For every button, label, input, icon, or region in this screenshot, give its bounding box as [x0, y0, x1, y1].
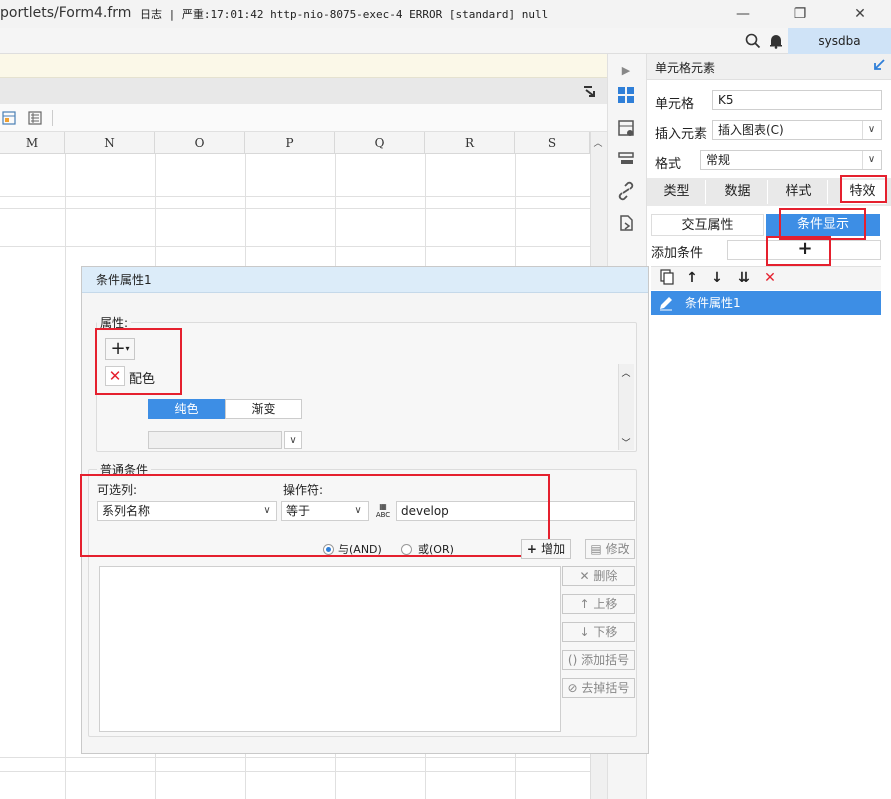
grid-line — [0, 757, 590, 758]
condition-list-item[interactable]: 条件属性1 — [651, 291, 881, 315]
move-up-icon[interactable]: ↑ — [682, 268, 702, 288]
pin-icon[interactable] — [582, 84, 596, 98]
collapse-arrow-icon[interactable] — [872, 58, 886, 72]
widget-settings-icon[interactable] — [612, 146, 640, 172]
scroll-up-icon[interactable]: ︿ — [619, 366, 633, 379]
expand-arrow-icon[interactable]: ▶ — [612, 58, 640, 84]
delete-x-icon: ✕ — [579, 569, 594, 583]
plus-icon: + — [526, 542, 542, 556]
format-label: 格式 — [655, 157, 682, 172]
page-copy-icon[interactable] — [612, 210, 640, 236]
sheet-toolbar — [0, 104, 607, 132]
column-header-q[interactable]: Q — [335, 132, 425, 154]
tab-data[interactable]: 数据 — [708, 180, 768, 204]
cell-input[interactable]: K5 — [712, 90, 882, 110]
grid-line — [0, 196, 590, 197]
move-down-icon[interactable]: ↓ — [707, 268, 727, 288]
cell-attribute-icon[interactable] — [612, 116, 640, 142]
move-down-button[interactable]: ↓ 下移 — [562, 622, 635, 642]
condition-list-box[interactable] — [99, 566, 561, 732]
color-picker-field[interactable] — [148, 431, 282, 449]
condition-item-label: 条件属性1 — [685, 296, 741, 310]
cell-element-icon[interactable] — [612, 82, 640, 108]
add-parenthesis-button[interactable]: () 添加括号 — [562, 650, 635, 670]
delete-button[interactable]: ✕ 删除 — [562, 566, 635, 586]
or-label: 或(OR) — [418, 543, 454, 556]
restore-button[interactable]: ❐ — [785, 4, 815, 24]
insert-element-label: 插入元素 — [655, 127, 708, 142]
solid-color-tab[interactable]: 纯色 — [148, 399, 225, 419]
panel-title: 单元格元素 — [655, 61, 716, 75]
move-up-button-label: 上移 — [593, 597, 618, 611]
column-header-m[interactable]: M — [0, 132, 65, 154]
window-title: portlets/Form4.frm — [0, 5, 132, 21]
move-down-button-label: 下移 — [593, 625, 618, 639]
close-button[interactable]: ✕ — [845, 4, 875, 24]
column-header-n[interactable]: N — [65, 132, 155, 154]
arrow-up-icon: ↑ — [579, 597, 594, 611]
or-radio[interactable] — [401, 544, 412, 555]
list-view-icon[interactable] — [28, 111, 42, 125]
add-button-label: 增加 — [541, 542, 566, 556]
move-up-button[interactable]: ↑ 上移 — [562, 594, 635, 614]
user-name[interactable]: sysdba — [788, 28, 891, 54]
format-select[interactable]: 常规 — [700, 150, 882, 170]
search-icon[interactable] — [744, 32, 762, 50]
toolbar-divider — [52, 110, 53, 126]
chevron-down-icon[interactable]: ∨ — [284, 431, 302, 449]
grid-line — [65, 154, 66, 799]
sheet-tab-strip — [0, 78, 607, 104]
column-header-p[interactable]: P — [245, 132, 335, 154]
radio-dot — [326, 547, 331, 552]
and-radio[interactable] — [323, 544, 334, 555]
arrow-down-icon: ↓ — [579, 625, 594, 639]
edit-button[interactable]: ▤ 修改 — [585, 539, 635, 559]
edit-button-label: 修改 — [605, 542, 630, 556]
grid-line — [0, 771, 590, 772]
column-header-s[interactable]: S — [515, 132, 590, 154]
edit-icon: ▤ — [590, 542, 606, 556]
tab-interaction[interactable]: 交互属性 — [651, 214, 764, 236]
parenthesis-icon: () — [567, 653, 582, 667]
highlight-box — [766, 236, 831, 266]
add-button[interactable]: + 增加 — [521, 539, 571, 559]
edit-pencil-icon — [657, 294, 675, 312]
delete-icon[interactable]: ✕ — [760, 268, 780, 288]
dialog-title: 条件属性1 — [82, 267, 648, 293]
scroll-down-icon[interactable]: ﹀ — [619, 436, 633, 449]
form-view-icon[interactable] — [2, 111, 16, 125]
add-parenthesis-label: 添加括号 — [581, 653, 630, 667]
log-message[interactable]: 日志 | 严重:17:01:42 http-nio-8075-exec-4 ER… — [140, 6, 548, 22]
column-header-o[interactable]: O — [155, 132, 245, 154]
highlight-box — [80, 474, 550, 557]
add-condition-label: 添加条件 — [651, 246, 704, 261]
and-label: 与(AND) — [338, 543, 382, 556]
insert-element-select[interactable]: 插入图表(C) — [712, 120, 882, 140]
highlight-box — [95, 328, 182, 395]
cell-label: 单元格 — [655, 97, 695, 112]
link-icon[interactable] — [612, 178, 640, 204]
scroll-up-icon[interactable]: ︿ — [592, 136, 604, 149]
remove-parenthesis-button[interactable]: ⊘ 去掉括号 — [562, 678, 635, 698]
tab-type[interactable]: 类型 — [648, 180, 706, 204]
notice-strip — [0, 54, 607, 78]
bell-icon[interactable] — [767, 32, 785, 50]
format-value: 常规 — [706, 153, 731, 167]
remove-parenthesis-icon: ⊘ — [567, 681, 582, 695]
chevron-down-icon[interactable]: ∨ — [862, 151, 880, 169]
copy-icon[interactable] — [657, 268, 677, 288]
column-header-r[interactable]: R — [425, 132, 515, 154]
insert-element-value: 插入图表(C) — [718, 123, 784, 137]
move-bottom-icon[interactable]: ⇊ — [734, 268, 754, 288]
gradient-tab[interactable]: 渐变 — [225, 399, 302, 419]
remove-parenthesis-label: 去掉括号 — [581, 681, 630, 695]
delete-button-label: 删除 — [593, 569, 618, 583]
grid-line — [0, 208, 590, 209]
chevron-down-icon[interactable]: ∨ — [862, 121, 880, 139]
minimize-button[interactable]: — — [728, 4, 758, 24]
tab-style[interactable]: 样式 — [770, 180, 828, 204]
grid-line — [0, 246, 590, 247]
highlight-box — [840, 175, 887, 203]
